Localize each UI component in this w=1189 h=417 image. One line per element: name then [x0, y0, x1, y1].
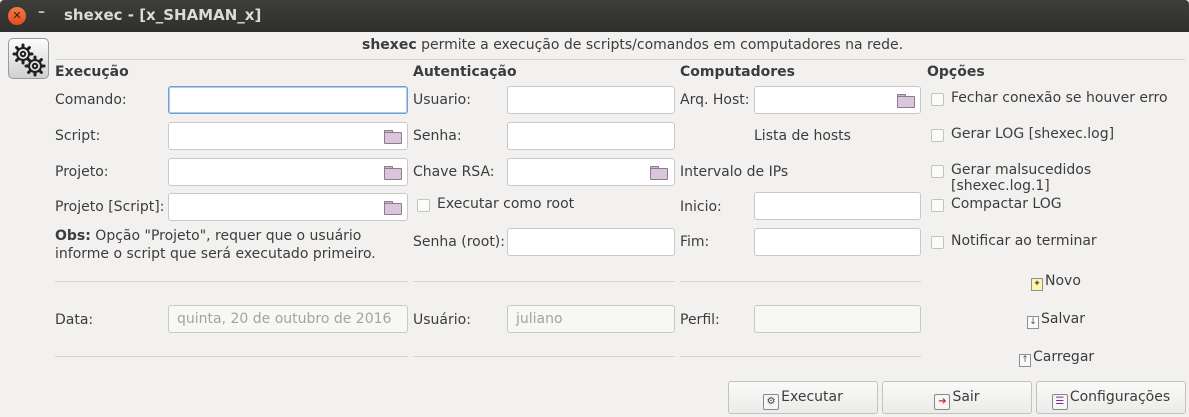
- load-icon: ↑: [1019, 354, 1031, 367]
- sair-button[interactable]: ➜ Sair: [882, 381, 1032, 414]
- senha-label: Senha:: [413, 128, 462, 144]
- senha-input[interactable]: [507, 122, 675, 150]
- script-input[interactable]: [168, 122, 408, 150]
- option-label[interactable]: Gerar malsucedidos [shexec.log.1]: [951, 162, 1189, 194]
- folder-icon[interactable]: [897, 94, 915, 108]
- novo-button[interactable]: ✦ Novo: [1031, 273, 1081, 291]
- projeto-label: Projeto:: [55, 164, 109, 180]
- perfil-label: Perfil:: [680, 312, 720, 328]
- computadores-header: Computadores: [680, 64, 795, 80]
- minimize-icon[interactable]: –: [38, 4, 45, 20]
- run-icon: ⚙: [763, 394, 780, 410]
- new-file-icon: ✦: [1031, 278, 1043, 291]
- divider: [680, 356, 921, 357]
- title-bar: ✕ – shexec - [x_SHAMAN_x]: [0, 0, 1189, 32]
- obs-note: Obs: Opção "Projeto", requer que o usuár…: [55, 228, 376, 262]
- option-checkbox[interactable]: [931, 165, 944, 178]
- divider: [55, 356, 408, 357]
- folder-icon[interactable]: [384, 201, 402, 215]
- gears-icon: [8, 38, 49, 79]
- divider: [55, 281, 408, 282]
- usuario-label: Usuario:: [413, 92, 471, 108]
- option-checkbox[interactable]: [931, 236, 944, 249]
- data-label: Data:: [55, 312, 94, 328]
- option-label[interactable]: Gerar LOG [shexec.log]: [951, 126, 1114, 142]
- option-label[interactable]: Compactar LOG: [951, 196, 1062, 212]
- root-checkbox[interactable]: [417, 199, 430, 212]
- opcoes-header: Opções: [927, 64, 985, 80]
- arq-host-label: Arq. Host:: [680, 92, 750, 108]
- comando-input[interactable]: [168, 86, 408, 114]
- divider: [680, 281, 921, 282]
- comando-label: Comando:: [55, 92, 127, 108]
- lista-hosts-label: Lista de hosts: [754, 128, 851, 144]
- save-icon: ↓: [1027, 316, 1039, 329]
- root-label[interactable]: Executar como root: [437, 196, 574, 212]
- executar-button[interactable]: ⚙ Executar: [728, 381, 878, 414]
- divider: [413, 281, 675, 282]
- top-divider: [55, 59, 1185, 60]
- configuracoes-button[interactable]: ☰ Configurações: [1036, 381, 1186, 414]
- projeto-script-label: Projeto [Script]:: [55, 199, 165, 215]
- close-icon[interactable]: ✕: [8, 7, 26, 25]
- folder-icon[interactable]: [384, 166, 402, 180]
- script-label: Script:: [55, 128, 101, 144]
- option-checkbox[interactable]: [931, 93, 944, 106]
- usuario2-field: juliano: [507, 305, 675, 333]
- option-label[interactable]: Fechar conexão se houver erro: [951, 90, 1168, 106]
- perfil-field: [754, 305, 921, 333]
- option-label[interactable]: Notificar ao terminar: [951, 233, 1097, 249]
- divider: [413, 356, 675, 357]
- exit-icon: ➜: [934, 394, 951, 410]
- data-field: quinta, 20 de outubro de 2016: [168, 305, 408, 333]
- settings-icon: ☰: [1051, 394, 1068, 410]
- inicio-label: Inicio:: [680, 199, 722, 215]
- inicio-input[interactable]: [754, 192, 921, 220]
- carregar-button[interactable]: ↑ Carregar: [1019, 349, 1094, 367]
- projeto-input[interactable]: [168, 158, 408, 186]
- folder-icon[interactable]: [650, 166, 668, 180]
- folder-icon[interactable]: [384, 130, 402, 144]
- salvar-button[interactable]: ↓ Salvar: [1027, 311, 1085, 329]
- window-title: shexec - [x_SHAMAN_x]: [64, 6, 262, 24]
- chave-rsa-label: Chave RSA:: [413, 164, 495, 180]
- intervalo-ips-label: Intervalo de IPs: [680, 164, 789, 180]
- projeto-script-input[interactable]: [168, 193, 408, 221]
- autenticacao-header: Autenticação: [413, 64, 517, 80]
- fim-label: Fim:: [680, 234, 710, 250]
- usuario-input[interactable]: [507, 86, 675, 114]
- option-checkbox[interactable]: [931, 199, 944, 212]
- option-checkbox[interactable]: [931, 129, 944, 142]
- arq-host-input[interactable]: [754, 86, 921, 114]
- senha-root-label: Senha (root):: [413, 234, 505, 250]
- senha-root-input[interactable]: [507, 228, 675, 256]
- fim-input[interactable]: [754, 228, 921, 256]
- execucao-header: Execução: [55, 64, 129, 80]
- usuario2-label: Usuário:: [413, 312, 471, 328]
- intro-text: shexec permite a execução de scripts/com…: [362, 37, 904, 53]
